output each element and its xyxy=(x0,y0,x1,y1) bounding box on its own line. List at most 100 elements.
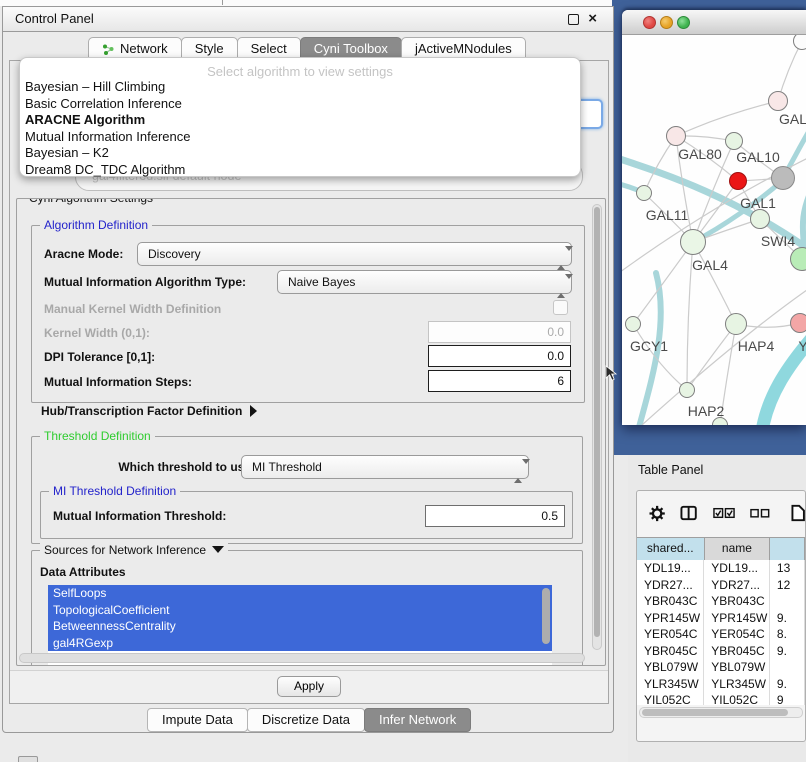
table-cell: YBR045C xyxy=(704,643,770,660)
which-threshold-select[interactable]: MI Threshold xyxy=(241,455,529,479)
algorithm-option[interactable]: Bayesian – Hill Climbing xyxy=(20,79,580,96)
column-header[interactable]: name xyxy=(705,538,771,560)
network-nodes-layer: GALGAL80GAL10GAL1GAL11GAL4SWI4GCY1HAP4YH… xyxy=(622,35,806,425)
table-cell: YDR27... xyxy=(637,577,704,594)
columns-icon[interactable] xyxy=(680,505,697,521)
attribute-item[interactable]: TopologicalCoefficient xyxy=(48,602,552,619)
algorithm-option[interactable]: Mutual Information Inference xyxy=(20,129,580,146)
cut-button[interactable] xyxy=(18,756,38,762)
node-y[interactable] xyxy=(790,313,806,333)
algorithm-popup-list: Bayesian – Hill ClimbingBasic Correlatio… xyxy=(20,79,580,178)
hub-definition-toggle[interactable]: Hub/Transcription Factor Definition xyxy=(41,404,257,418)
tab-discretize-data[interactable]: Discretize Data xyxy=(247,708,365,732)
table-row[interactable]: YBL079WYBL079W xyxy=(637,659,805,676)
table-row[interactable]: YBR043CYBR043C xyxy=(637,593,805,610)
mi-steps-field[interactable]: 6 xyxy=(428,370,571,392)
dpi-tolerance-label: DPI Tolerance [0,1]: xyxy=(44,350,155,364)
algorithm-option[interactable]: Dream8 DC_TDC Algorithm xyxy=(20,162,580,179)
table-row[interactable]: YIL052CYIL052C9 xyxy=(637,692,805,705)
table-cell xyxy=(770,659,805,676)
kernel-width-field[interactable]: 0.0 xyxy=(428,321,571,343)
collapse-arrow-icon xyxy=(212,546,224,553)
control-panel-titlebar[interactable]: Control Panel × xyxy=(3,7,613,32)
settings-vertical-scrollbar[interactable] xyxy=(592,204,602,650)
table-cell: YIL052C xyxy=(704,692,770,705)
attribute-item[interactable]: BetweennessCentrality xyxy=(48,618,552,635)
node-gal4[interactable] xyxy=(680,229,706,255)
settings-scroll-thumb[interactable] xyxy=(594,207,600,637)
aracne-mode-select[interactable]: Discovery xyxy=(137,242,572,266)
stepper-icon xyxy=(557,275,564,297)
attribute-item[interactable]: SelfLoops xyxy=(48,585,552,602)
table-row[interactable]: YDL19...YDL19...13 xyxy=(637,560,805,577)
table-rows[interactable]: YDL19...YDL19...13YDR27...YDR27...12YBR0… xyxy=(637,560,805,705)
threshold-definition-title: Threshold Definition xyxy=(40,429,155,443)
minimize-traffic-light-icon[interactable] xyxy=(660,16,673,29)
column-header[interactable] xyxy=(770,538,805,560)
node-swi4[interactable] xyxy=(790,247,806,271)
node-label-gal11: GAL11 xyxy=(646,207,689,223)
page-icon[interactable] xyxy=(791,504,805,522)
node[interactable] xyxy=(712,417,728,425)
manual-kernel-width-checkbox[interactable] xyxy=(553,300,568,315)
node-gal10[interactable] xyxy=(725,132,743,150)
algorithm-option[interactable]: Bayesian – K2 xyxy=(20,145,580,162)
table-header[interactable]: shared...name xyxy=(637,537,805,559)
hub-definition-label: Hub/Transcription Factor Definition xyxy=(41,404,242,418)
tab-infer-network[interactable]: Infer Network xyxy=(364,708,471,732)
node-label-gal10: GAL10 xyxy=(736,149,780,165)
table-row[interactable]: YER054CYER054C8. xyxy=(637,626,805,643)
unchecked-columns-icon[interactable] xyxy=(750,506,770,520)
table-row[interactable]: YPR145WYPR145W9. xyxy=(637,610,805,627)
node-label-hap4: HAP4 xyxy=(738,338,775,354)
node-label-y: Y xyxy=(798,338,806,354)
table-cell: YBR045C xyxy=(637,643,704,660)
attributes-scrollbar[interactable] xyxy=(542,588,550,644)
network-window-titlebar[interactable] xyxy=(622,10,806,35)
table-row[interactable]: YDR27...YDR27...12 xyxy=(637,577,805,594)
column-header[interactable]: shared... xyxy=(637,538,705,560)
sources-title[interactable]: Sources for Network Inference xyxy=(40,543,228,557)
gear-icon[interactable] xyxy=(649,505,665,522)
node[interactable] xyxy=(771,166,795,190)
network-window[interactable]: GALGAL80GAL10GAL1GAL11GAL4SWI4GCY1HAP4YH… xyxy=(622,10,806,425)
dpi-tolerance-field[interactable]: 0.0 xyxy=(428,345,571,367)
apply-button[interactable]: Apply xyxy=(277,676,341,697)
mi-threshold-field[interactable]: 0.5 xyxy=(425,505,565,527)
close-icon[interactable]: × xyxy=(588,7,597,31)
expand-arrow-icon xyxy=(250,405,257,417)
table-row[interactable]: YLR345WYLR345W9. xyxy=(637,676,805,693)
manual-kernel-width-label: Manual Kernel Width Definition xyxy=(44,302,221,316)
settings-horizontal-scrollbar[interactable] xyxy=(19,653,585,663)
network-canvas[interactable]: GALGAL80GAL10GAL1GAL11GAL4SWI4GCY1HAP4YH… xyxy=(622,35,806,425)
mi-algorithm-type-select[interactable]: Naive Bayes xyxy=(277,270,572,294)
tab-impute-data[interactable]: Impute Data xyxy=(147,708,248,732)
node-hap4[interactable] xyxy=(725,313,747,335)
node-hap2[interactable] xyxy=(679,382,695,398)
node-gcy1[interactable] xyxy=(625,316,641,332)
node-gal80[interactable] xyxy=(666,126,686,146)
table-horizontal-scrollbar[interactable] xyxy=(639,707,803,718)
close-traffic-light-icon[interactable] xyxy=(643,16,656,29)
algorithm-option[interactable]: Basic Correlation Inference xyxy=(20,96,580,113)
zoom-traffic-light-icon[interactable] xyxy=(677,16,690,29)
node-label-swi4: SWI4 xyxy=(761,233,795,249)
table-row[interactable]: YBR045CYBR045C9. xyxy=(637,643,805,660)
table-hscroll-thumb[interactable] xyxy=(642,709,788,716)
node[interactable] xyxy=(729,172,747,190)
node-gal11[interactable] xyxy=(636,185,652,201)
cyni-algorithm-settings-group: Cyni Algorithm Settings Algorithm Defini… xyxy=(16,198,606,666)
checked-columns-icon[interactable] xyxy=(713,506,735,520)
which-threshold-value: MI Threshold xyxy=(252,460,322,474)
algorithm-option[interactable]: ARACNE Algorithm xyxy=(20,112,580,129)
attribute-item[interactable]: gal4RGexp xyxy=(48,635,552,652)
node-gal[interactable] xyxy=(768,91,788,111)
aracne-mode-label: Aracne Mode: xyxy=(44,247,123,261)
float-window-icon[interactable] xyxy=(568,14,579,25)
table-cell: YBR043C xyxy=(704,593,770,610)
table-cell: 12 xyxy=(770,577,805,594)
table-panel-body: shared...name YDL19...YDL19...13YDR27...… xyxy=(636,490,806,742)
node-gal1[interactable] xyxy=(750,209,770,229)
node[interactable] xyxy=(793,35,806,50)
cyni-settings-title: Cyni Algorithm Settings xyxy=(25,198,157,205)
